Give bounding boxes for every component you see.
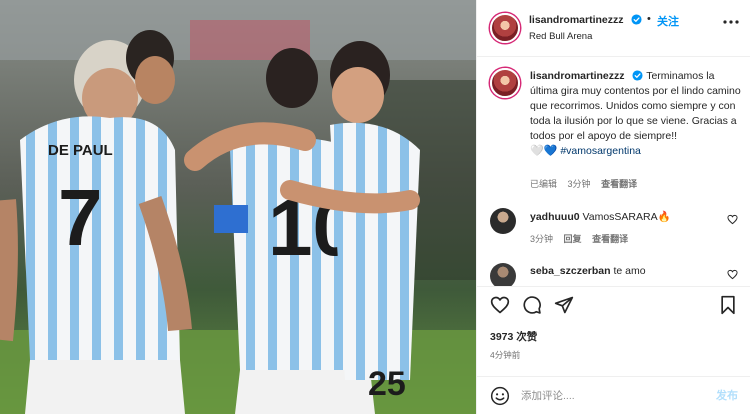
comment-body: te amo [613, 265, 646, 277]
comment-time[interactable]: 3分钟 [530, 234, 553, 244]
caption-text-block: lisandromartinezzz Terminamos la última … [530, 69, 742, 159]
svg-text:25: 25 [368, 365, 406, 403]
share-icon[interactable] [554, 295, 574, 315]
heart-icon[interactable] [490, 295, 510, 315]
comment-meta: 3分钟 回复 查看翻译 [530, 232, 636, 245]
caption-avatar[interactable] [490, 68, 520, 98]
like-count[interactable]: 3973 次赞 [490, 329, 537, 344]
post-header: lisandromartinezzz • 关注 Red Bull Arena [477, 0, 750, 57]
follow-button[interactable]: 关注 [657, 13, 679, 29]
reply-button[interactable]: 回复 [564, 234, 582, 244]
verified-icon [631, 14, 642, 25]
comments-list[interactable]: lisandromartinezzz Terminamos la última … [477, 58, 750, 286]
bookmark-icon[interactable] [718, 295, 738, 315]
commenter-username[interactable]: yadhuuu0 [530, 211, 580, 223]
see-translation-link[interactable]: 查看翻译 [592, 234, 628, 244]
comment-body: VamosSARARA🔥 [582, 211, 671, 223]
comment-text-line: yadhuuu0 VamosSARARA🔥 [530, 210, 671, 223]
emoji-icon[interactable] [490, 386, 510, 406]
post-image-illustration: DE PAUL 7 10 25 [0, 0, 476, 414]
caption-username[interactable]: lisandromartinezzz [530, 70, 625, 82]
post-comment-button[interactable]: 发布 [716, 387, 738, 403]
svg-text:DE PAUL: DE PAUL [48, 142, 113, 159]
edited-label: 已编辑 [530, 179, 558, 189]
post-side-panel: lisandromartinezzz • 关注 Red Bull Arena l… [476, 0, 750, 414]
post-photo[interactable]: DE PAUL 7 10 25 [0, 0, 476, 414]
see-translation-link[interactable]: 查看翻译 [601, 179, 637, 189]
commenter-avatar[interactable] [490, 263, 516, 286]
post-actions: 3973 次赞 4分钟前 [477, 286, 750, 376]
comment-composer: 发布 [477, 376, 750, 414]
caption-hearts: 🤍💙 [530, 145, 558, 157]
author-avatar[interactable] [490, 13, 520, 43]
comment-icon[interactable] [522, 295, 542, 315]
post-timestamp[interactable]: 4分钟前 [490, 349, 520, 361]
caption-meta: 已编辑 3分钟 查看翻译 [530, 177, 645, 190]
comment-text-line: seba_szczerban te amo [530, 265, 646, 277]
commenter-avatar[interactable] [490, 208, 516, 234]
more-icon[interactable] [723, 19, 739, 25]
caption-time[interactable]: 3分钟 [568, 179, 591, 189]
header-separator: • [647, 13, 651, 25]
verified-icon [632, 70, 643, 81]
comment-heart-icon[interactable] [727, 214, 738, 225]
commenter-username[interactable]: seba_szczerban [530, 265, 611, 277]
comment-input[interactable] [521, 387, 691, 405]
comment-heart-icon[interactable] [727, 269, 738, 280]
post-location[interactable]: Red Bull Arena [529, 31, 592, 42]
author-username[interactable]: lisandromartinezzz [529, 14, 624, 26]
caption-hashtag[interactable]: #vamosargentina [560, 145, 641, 157]
svg-text:7: 7 [58, 173, 103, 262]
